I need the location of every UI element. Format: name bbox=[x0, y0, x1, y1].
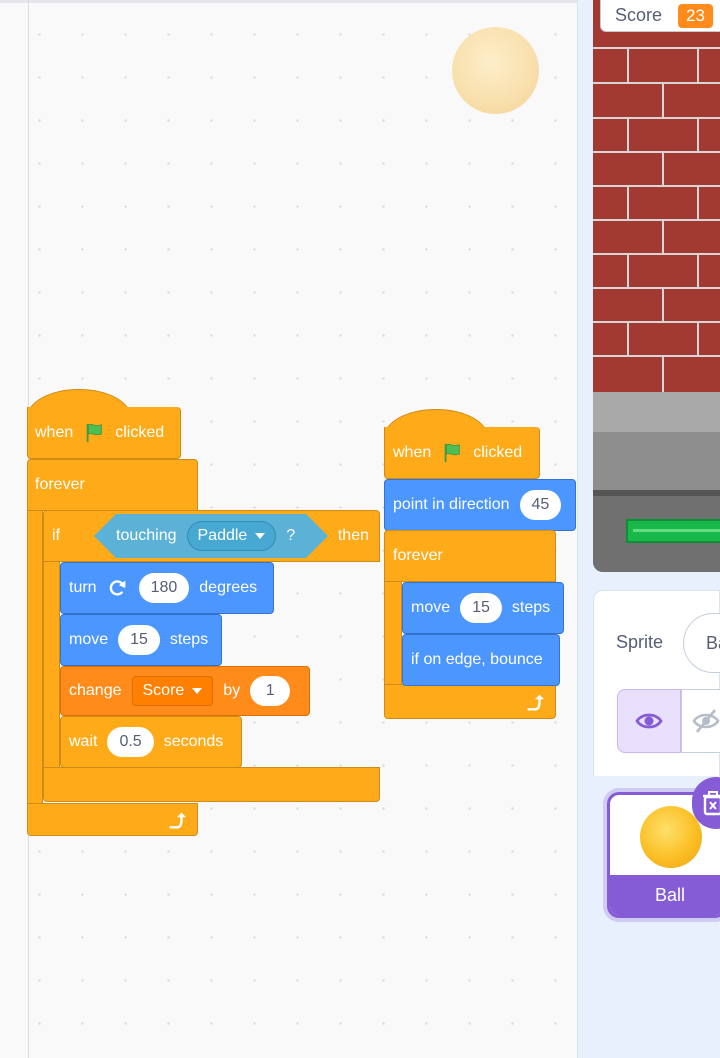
move-steps-input[interactable]: 15 bbox=[460, 593, 502, 623]
show-sprite-button[interactable] bbox=[617, 689, 681, 753]
turn-right-block[interactable]: turn 180 degrees bbox=[60, 562, 274, 614]
eye-icon bbox=[635, 713, 663, 729]
bounce-block[interactable]: if on edge, bounce bbox=[402, 634, 560, 686]
point-in-direction-block[interactable]: point in direction 45 bbox=[384, 479, 576, 531]
variable-name: Score bbox=[142, 682, 185, 699]
question-mark: ? bbox=[286, 527, 296, 544]
forever-footer bbox=[27, 803, 198, 836]
green-flag-icon bbox=[444, 443, 461, 462]
sprite-label: Sprite bbox=[616, 632, 664, 652]
if-label: if bbox=[52, 527, 60, 544]
forever-block[interactable]: forever bbox=[27, 459, 198, 511]
chevron-down-icon bbox=[192, 688, 203, 694]
forever-arm bbox=[27, 510, 43, 804]
clicked-label: clicked bbox=[473, 443, 523, 461]
forever-label: forever bbox=[393, 547, 443, 564]
touching-target-dropdown[interactable]: Paddle bbox=[187, 521, 277, 551]
change-amount-input[interactable]: 1 bbox=[250, 676, 291, 706]
stage-backdrop bbox=[593, 0, 720, 572]
seconds-label: seconds bbox=[163, 733, 224, 750]
point-label: point in direction bbox=[393, 496, 510, 513]
move-label: move bbox=[69, 631, 109, 648]
variable-dropdown[interactable]: Score bbox=[131, 676, 214, 706]
move-steps-input[interactable]: 15 bbox=[118, 625, 160, 655]
when-label: when bbox=[393, 443, 432, 461]
clicked-label: clicked bbox=[115, 423, 165, 441]
wait-label: wait bbox=[69, 733, 98, 750]
forever-block[interactable]: forever bbox=[384, 530, 556, 582]
turn-degrees-input[interactable]: 180 bbox=[138, 573, 190, 603]
green-flag-icon bbox=[86, 423, 103, 442]
touching-label: touching bbox=[116, 527, 177, 544]
forever-arm bbox=[384, 581, 402, 685]
degrees-label: degrees bbox=[199, 579, 258, 596]
when-flag-clicked-block[interactable]: when clicked bbox=[27, 407, 181, 459]
steps-label: steps bbox=[169, 631, 209, 648]
stage[interactable] bbox=[593, 0, 720, 572]
chevron-down-icon bbox=[255, 533, 265, 539]
direction-input[interactable]: 45 bbox=[519, 490, 562, 520]
score-monitor-value: 23 bbox=[678, 3, 713, 28]
by-label: by bbox=[223, 682, 241, 699]
forever-footer bbox=[384, 684, 556, 719]
move-steps-block[interactable]: move 15 steps bbox=[60, 614, 222, 666]
when-flag-clicked-block[interactable]: when clicked bbox=[384, 427, 540, 479]
change-label: change bbox=[69, 682, 122, 699]
steps-label: steps bbox=[511, 599, 551, 616]
when-label: when bbox=[35, 423, 74, 441]
sprite-tile-label: Ball bbox=[610, 875, 720, 915]
score-monitor: Score 23 bbox=[600, 0, 720, 32]
touching-condition[interactable]: touching Paddle ? bbox=[94, 514, 328, 558]
loop-arrow-icon bbox=[169, 812, 187, 829]
rotate-right-icon bbox=[109, 580, 125, 596]
if-footer bbox=[43, 767, 380, 802]
wait-seconds-block[interactable]: wait 0.5 seconds bbox=[60, 716, 242, 768]
hide-sprite-button[interactable] bbox=[681, 689, 720, 753]
touching-target-value: Paddle bbox=[197, 527, 248, 544]
ball-thumbnail bbox=[640, 806, 702, 868]
turn-label: turn bbox=[69, 579, 97, 596]
loop-arrow-icon bbox=[527, 694, 545, 711]
bounce-label: if on edge, bounce bbox=[411, 651, 543, 668]
move-steps-block[interactable]: move 15 steps bbox=[402, 582, 564, 634]
move-label: move bbox=[411, 599, 451, 616]
then-label: then bbox=[337, 527, 369, 544]
sprite-preview-ball bbox=[452, 27, 539, 114]
change-variable-block[interactable]: change Score by 1 bbox=[60, 666, 310, 716]
eye-slash-icon bbox=[692, 709, 720, 733]
if-arm bbox=[43, 561, 60, 768]
wait-seconds-input[interactable]: 0.5 bbox=[107, 727, 154, 757]
forever-label: forever bbox=[35, 476, 85, 493]
score-monitor-label: Score bbox=[615, 5, 663, 25]
trash-icon bbox=[703, 791, 720, 816]
